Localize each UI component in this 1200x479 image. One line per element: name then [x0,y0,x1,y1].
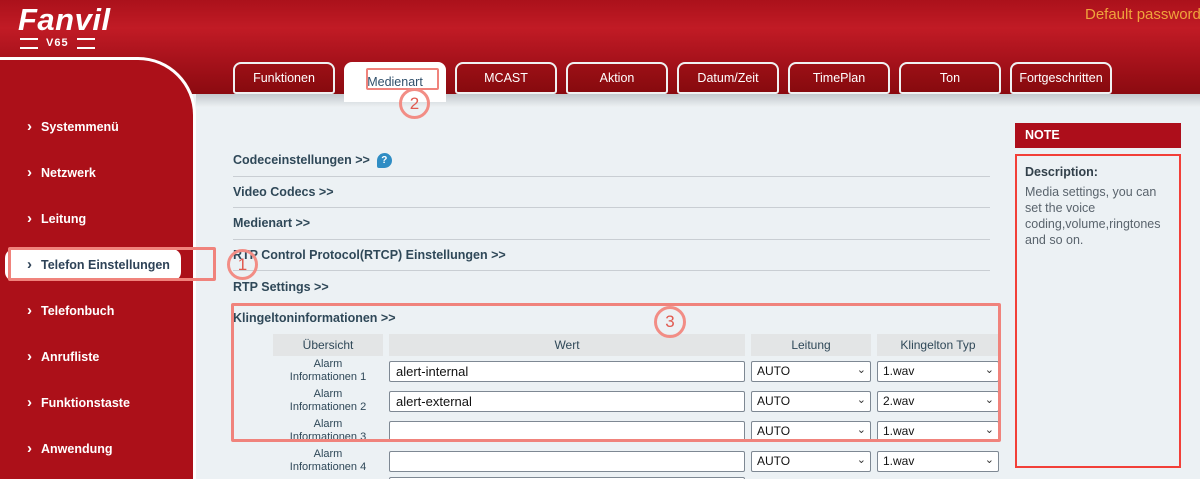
row-label: Alarm Informationen 2 [273,388,383,414]
tab-medienart[interactable]: Medienart [344,62,446,102]
logo-model-text: V65 [46,37,69,49]
chevron-right-icon: › [27,441,32,456]
logo-lines-left-icon [20,38,38,49]
logo-lines-right-icon [77,38,95,49]
table-row: Alarm Informationen 2AUTO⌄2.wav⌄ [273,386,999,416]
section-label: Video Codecs >> [233,185,334,199]
sidebar-item-label: Anrufliste [41,350,99,364]
row-label: Alarm Informationen 1 [273,358,383,384]
tab-bar: Funktionen Medienart MCAST Aktion Datum/Zeit… [233,62,1112,102]
note-description-label: Description: [1025,165,1171,179]
table-row: Alarm Informationen 1AUTO⌄1.wav⌄ [273,356,999,386]
chevron-right-icon: › [27,395,32,410]
section-toggle-codeceinstellungen[interactable]: Codeceinstellungen >>? [233,145,990,177]
tab-label: Funktionen [253,71,315,85]
sidebar-item-systemmenü[interactable]: › Systemmenü [0,104,193,150]
tab-label: Ton [940,71,960,85]
tab-mcast[interactable]: MCAST [455,62,557,94]
table-header-row: Übersicht Wert Leitung Klingelton Typ [273,334,999,356]
section-toggle-klingeltoninformationen[interactable]: Klingeltoninformationen >> [233,303,990,335]
sidebar-item-funktionstaste[interactable]: › Funktionstaste [0,380,193,426]
sidebar-item-anrufliste[interactable]: › Anrufliste [0,334,193,380]
tab-aktion[interactable]: Aktion [566,62,668,94]
sidebar-item-label: Systemmenü [41,120,119,134]
alarm-informationen-1-input[interactable] [389,361,745,382]
column-header-leitung: Leitung [751,334,871,356]
sidebar-item-label: Netzwerk [41,166,96,180]
tab-label: Fortgeschritten [1019,71,1102,85]
note-panel-header: NOTE [1015,123,1181,148]
chevron-right-icon: › [27,119,32,134]
alarm-informationen-4-input[interactable] [389,451,745,472]
tab-label: Medienart [367,75,423,89]
note-panel-body: Description: Media settings, you can set… [1015,154,1181,468]
sidebar-item-label: Leitung [41,212,86,226]
tab-fortgeschritten[interactable]: Fortgeschritten [1010,62,1112,94]
alarm-informationen-2-klingelton-typ-select[interactable]: 2.wav [877,391,999,412]
sidebar-item-anwendung[interactable]: › Anwendung [0,426,193,472]
column-header-wert: Wert [389,334,745,356]
alarm-informationen-4-leitung-select[interactable]: AUTO [751,451,871,472]
section-label: RTP Control Protocol(RTCP) Einstellungen… [233,248,506,262]
chevron-right-icon: › [27,349,32,364]
sidebar-item-netzwerk[interactable]: › Netzwerk [0,150,193,196]
sidebar-item-label: Anwendung [41,442,113,456]
tab-label: MCAST [484,71,528,85]
sidebar-item-leitung[interactable]: › Leitung [0,196,193,242]
section-label: Codeceinstellungen >> [233,153,370,167]
ringtone-info-table: Übersicht Wert Leitung Klingelton Typ Alarm … [273,334,999,479]
chevron-right-icon: › [27,211,32,226]
fanvil-admin-page: Fanvil V65 Default password ›Systemmenü›… [0,0,1200,479]
tab-label: Aktion [600,71,635,85]
alarm-informationen-3-klingelton-typ-select[interactable]: 1.wav [877,421,999,442]
row-label: Alarm Informationen 4 [273,448,383,474]
table-row: Alarm Informationen 4AUTO⌄1.wav⌄ [273,446,999,476]
alarm-informationen-2-input[interactable] [389,391,745,412]
sidebar-item-telefonbuch[interactable]: › Telefonbuch [0,288,193,334]
section-label: Medienart >> [233,216,310,230]
sidebar: › Systemmenü › Netzwerk › Leitung › Telefon Ein… [0,57,196,479]
alarm-informationen-1-leitung-select[interactable]: AUTO [751,361,871,382]
section-toggle-video-codecs[interactable]: Video Codecs >> [233,177,990,209]
section-toggle-medienart[interactable]: Medienart >> [233,208,990,240]
column-header-übersicht: Übersicht [273,334,383,356]
sidebar-nav: › Systemmenü › Netzwerk › Leitung › Telefon Ein… [0,60,193,472]
logo-brand-text: Fanvil [18,3,111,36]
alarm-informationen-3-leitung-select[interactable]: AUTO [751,421,871,442]
section-label: RTP Settings >> [233,280,329,294]
sidebar-item-telefon-einstellungen[interactable]: › Telefon Einstellungen [5,249,181,281]
note-description-text: Media settings, you can set the voice co… [1025,184,1171,248]
fanvil-logo: Fanvil V65 [18,3,111,49]
tab-datum-zeit[interactable]: Datum/Zeit [677,62,779,94]
alarm-informationen-3-input[interactable] [389,421,745,442]
sidebar-item-label: Telefonbuch [41,304,114,318]
section-label: Klingeltoninformationen >> [233,311,396,325]
tab-label: TimePlan [813,71,865,85]
column-header-klingelton-typ: Klingelton Typ [877,334,999,356]
alarm-informationen-2-leitung-select[interactable]: AUTO [751,391,871,412]
media-settings-sections: Codeceinstellungen >>? Video Codecs >> Med… [233,145,990,334]
chevron-right-icon: › [27,257,32,272]
sidebar-item-label: Telefon Einstellungen [41,258,170,272]
table-row: Alarm Informationen 3AUTO⌄1.wav⌄ [273,416,999,446]
tab-label: Datum/Zeit [697,71,758,85]
chevron-right-icon: › [27,303,32,318]
tab-timeplan[interactable]: TimePlan [788,62,890,94]
alarm-informationen-1-klingelton-typ-select[interactable]: 1.wav [877,361,999,382]
sidebar-item-label: Funktionstaste [41,396,130,410]
default-password-warning: Default password [1085,6,1200,23]
section-toggle-rtp-settings[interactable]: RTP Settings >> [233,271,990,303]
chevron-right-icon: › [27,165,32,180]
row-label: Alarm Informationen 3 [273,418,383,444]
help-icon[interactable]: ? [377,153,392,168]
tab-ton[interactable]: Ton [899,62,1001,94]
alarm-informationen-4-klingelton-typ-select[interactable]: 1.wav [877,451,999,472]
section-toggle-rtp-control-protocol-rtcp-einstellungen[interactable]: RTP Control Protocol(RTCP) Einstellungen… [233,240,990,272]
tab-funktionen[interactable]: Funktionen [233,62,335,94]
